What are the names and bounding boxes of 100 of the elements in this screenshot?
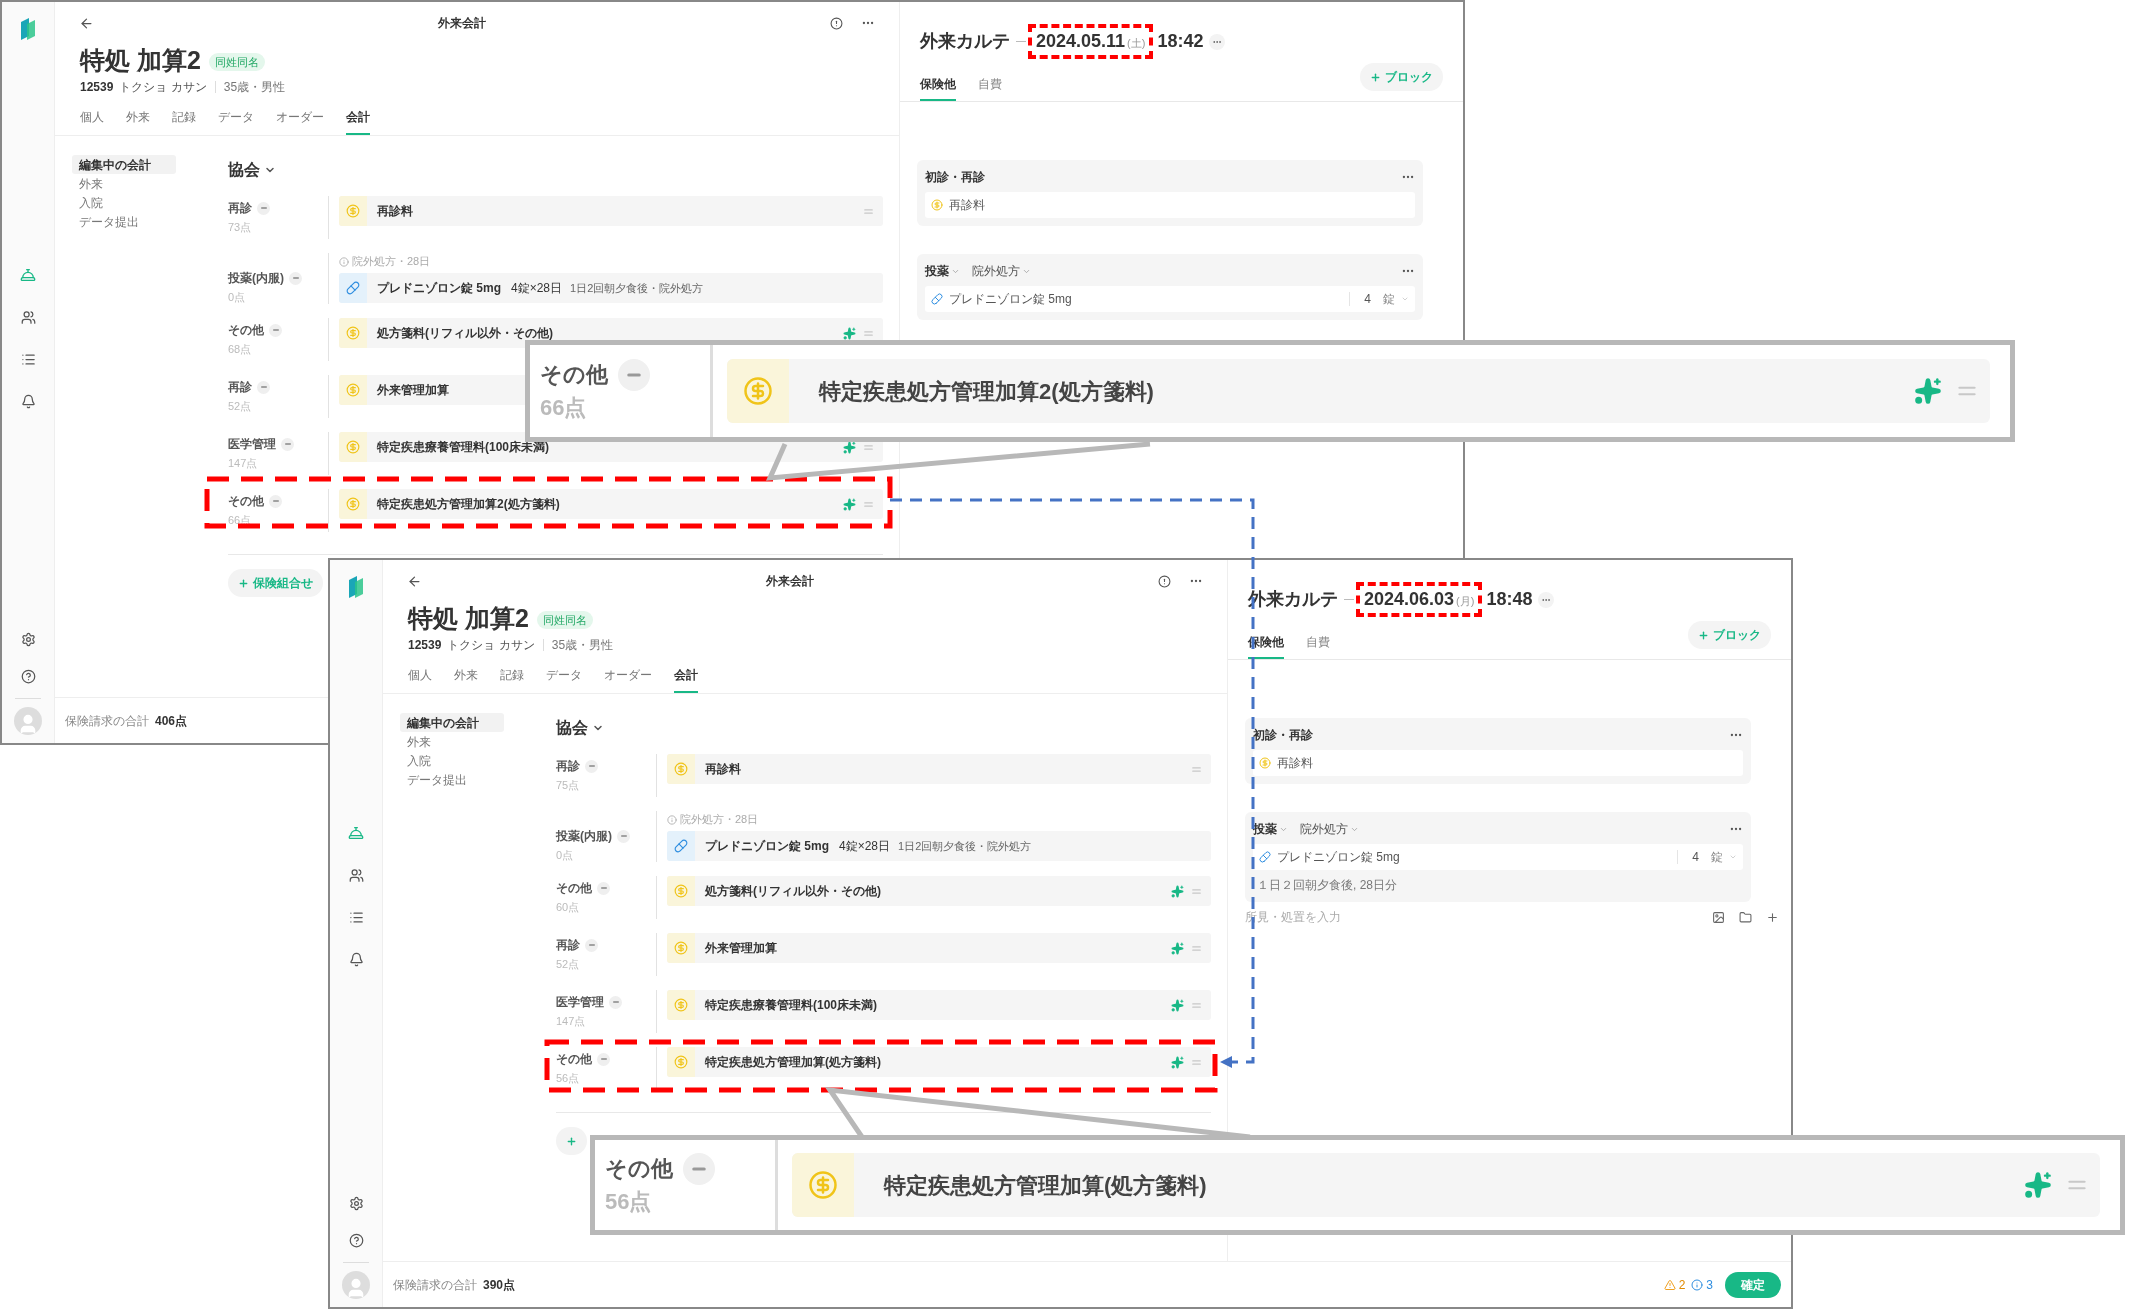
card-item[interactable]: プレドニゾロン錠 5mg 4 錠: [1253, 844, 1743, 870]
points-label: 147点: [556, 1014, 587, 1029]
back-icon[interactable]: [79, 15, 94, 31]
minus-icon[interactable]: [289, 271, 302, 285]
minus-icon[interactable]: [585, 759, 598, 773]
users-icon[interactable]: [348, 868, 364, 883]
nav-item[interactable]: 編集中の会計: [400, 713, 504, 732]
minus-icon[interactable]: [618, 358, 650, 391]
tab[interactable]: データ: [218, 108, 254, 135]
avatar-icon[interactable]: [342, 1271, 370, 1299]
sparkle-icon[interactable]: [843, 497, 856, 511]
settings-icon[interactable]: [20, 632, 36, 647]
settings-icon[interactable]: [348, 1196, 364, 1211]
billing-item[interactable]: プレドニゾロン錠 5mg 4錠×28日 1日2回朝夕食後・院外処方: [339, 273, 883, 303]
bell-icon[interactable]: [20, 394, 36, 409]
sparkle-icon[interactable]: [1171, 884, 1184, 898]
more-icon[interactable]: [1209, 33, 1226, 50]
image-icon[interactable]: [1712, 910, 1725, 924]
billing-item[interactable]: 外来管理加算: [667, 933, 1211, 963]
route-dropdown[interactable]: 院外処方: [1300, 820, 1348, 838]
alert-icon[interactable]: [1158, 574, 1171, 588]
sparkle-icon[interactable]: [843, 440, 856, 454]
folder-icon[interactable]: [1739, 910, 1752, 924]
tab[interactable]: 外来: [454, 666, 478, 693]
info-icon[interactable]: [1691, 1278, 1704, 1291]
nav-item[interactable]: 外来: [72, 174, 176, 193]
sparkle-icon[interactable]: [1171, 1055, 1184, 1069]
minus-icon[interactable]: [683, 1152, 715, 1185]
insurer-dropdown[interactable]: 協会: [228, 158, 260, 182]
tab[interactable]: 個人: [408, 666, 432, 693]
minus-icon[interactable]: [257, 380, 270, 394]
tab[interactable]: データ: [546, 666, 582, 693]
tab[interactable]: 会計: [674, 666, 698, 693]
warning-icon[interactable]: [1663, 1278, 1676, 1291]
minus-icon[interactable]: [281, 437, 294, 451]
avatar-icon[interactable]: [14, 707, 42, 735]
category-label: その他: [605, 1155, 673, 1183]
dose-text: 4錠×28日: [511, 280, 563, 297]
minus-icon[interactable]: [257, 201, 270, 215]
unit-dropdown[interactable]: 錠: [1711, 848, 1723, 866]
nav-item[interactable]: 外来: [400, 732, 504, 751]
minus-icon[interactable]: [597, 1052, 610, 1066]
reception-icon[interactable]: [348, 825, 364, 841]
billing-item[interactable]: 特定疾患処方管理加算(処方箋料): [667, 1047, 1211, 1077]
help-icon[interactable]: [20, 669, 36, 684]
back-icon[interactable]: [407, 573, 422, 589]
minus-icon[interactable]: [269, 323, 282, 337]
minus-icon[interactable]: [269, 494, 282, 508]
list-icon[interactable]: [348, 910, 364, 925]
sparkle-icon[interactable]: [1171, 998, 1184, 1012]
add-insurance-button[interactable]: [556, 1127, 587, 1155]
plus-icon[interactable]: [1766, 910, 1779, 924]
tab[interactable]: 個人: [80, 108, 104, 135]
alert-icon[interactable]: [830, 16, 843, 30]
nav-item[interactable]: 編集中の会計: [72, 155, 176, 174]
users-icon[interactable]: [20, 310, 36, 325]
card-item[interactable]: 再診料: [925, 192, 1415, 218]
minus-icon[interactable]: [617, 829, 630, 843]
minus-icon[interactable]: [597, 881, 610, 895]
nav-item[interactable]: データ提出: [72, 212, 176, 231]
nav-item[interactable]: 入院: [400, 751, 504, 770]
plus-icon: [1370, 71, 1381, 83]
more-icon[interactable]: [1538, 591, 1555, 608]
tab[interactable]: 自費: [1306, 633, 1330, 659]
nav-item[interactable]: 入院: [72, 193, 176, 212]
tab[interactable]: 記録: [500, 666, 524, 693]
card-title[interactable]: 初診・再診: [925, 168, 985, 186]
card-item[interactable]: 再診料: [1253, 750, 1743, 776]
card-title[interactable]: 初診・再診: [1253, 726, 1313, 744]
card-title[interactable]: 投薬: [925, 262, 949, 280]
tab[interactable]: 記録: [172, 108, 196, 135]
nav-item[interactable]: データ提出: [400, 770, 504, 789]
tab[interactable]: 保険他: [920, 75, 956, 101]
logo-icon[interactable]: [19, 16, 37, 42]
billing-item[interactable]: 再診料: [667, 754, 1211, 784]
card-title[interactable]: 投薬: [1253, 820, 1277, 838]
sparkle-icon[interactable]: [1171, 941, 1184, 955]
insurer-dropdown[interactable]: 協会: [556, 716, 588, 740]
minus-icon[interactable]: [585, 938, 598, 952]
card-item[interactable]: プレドニゾロン錠 5mg 4 錠: [925, 286, 1415, 312]
billing-item[interactable]: 再診料: [339, 196, 883, 226]
tab[interactable]: オーダー: [604, 666, 652, 693]
bell-icon[interactable]: [348, 952, 364, 967]
tab[interactable]: オーダー: [276, 108, 324, 135]
tab[interactable]: 会計: [346, 108, 370, 135]
help-icon[interactable]: [348, 1233, 364, 1248]
list-icon[interactable]: [20, 352, 36, 367]
memo-field[interactable]: 所見・処置を入力: [1245, 908, 1698, 926]
sparkle-icon[interactable]: [843, 326, 856, 340]
billing-item[interactable]: プレドニゾロン錠 5mg 4錠×28日 1日2回朝夕食後・院外処方: [667, 831, 1211, 861]
minus-icon[interactable]: [609, 995, 622, 1009]
unit-dropdown[interactable]: 錠: [1383, 290, 1395, 308]
tab[interactable]: 外来: [126, 108, 150, 135]
billing-item[interactable]: 特定疾患処方管理加算2(処方箋料): [339, 489, 883, 519]
billing-item[interactable]: 処方箋料(リフィル以外・その他): [667, 876, 1211, 906]
logo-icon[interactable]: [347, 574, 365, 600]
route-dropdown[interactable]: 院外処方: [972, 262, 1020, 280]
tab[interactable]: 自費: [978, 75, 1002, 101]
billing-item[interactable]: 特定疾患療養管理料(100床未満): [667, 990, 1211, 1020]
reception-icon[interactable]: [20, 267, 36, 283]
